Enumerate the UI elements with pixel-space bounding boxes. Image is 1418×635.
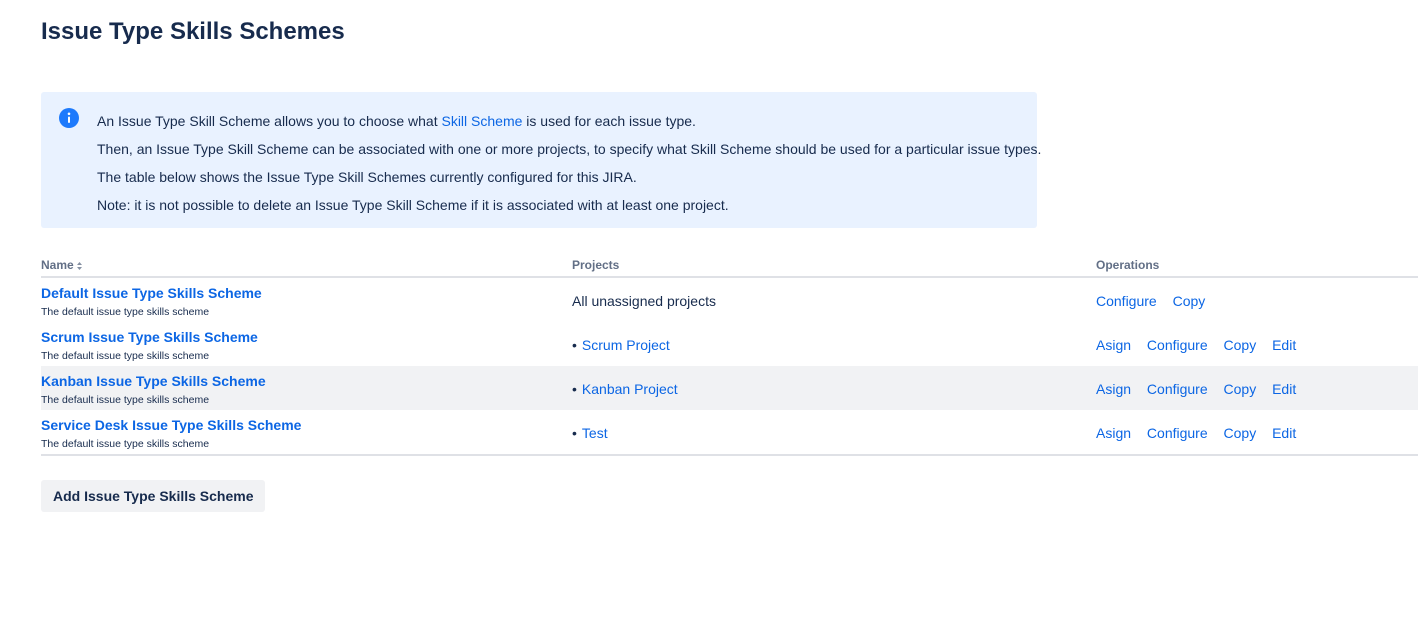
project-cell: • Test xyxy=(572,425,608,441)
project-cell: • Kanban Project xyxy=(572,381,678,397)
operations-cell: Asign Configure Copy Edit xyxy=(1096,337,1308,353)
configure-link[interactable]: Configure xyxy=(1147,425,1208,441)
table-row: Kanban Issue Type Skills Scheme The defa… xyxy=(41,366,1418,410)
column-header-operations: Operations xyxy=(1096,258,1160,272)
scheme-description: The default issue type skills scheme xyxy=(41,306,210,318)
table-header: Name Projects Operations xyxy=(41,253,1418,278)
info-line-2: Then, an Issue Type Skill Scheme can be … xyxy=(97,141,1042,157)
bullet: • xyxy=(572,337,577,353)
info-line-1: An Issue Type Skill Scheme allows you to… xyxy=(97,107,1027,135)
info-line-1-after: is used for each issue type. xyxy=(522,113,696,129)
scheme-description: The default issue type skills scheme xyxy=(41,394,210,406)
skill-scheme-link[interactable]: Skill Scheme xyxy=(441,113,522,129)
table-row: Service Desk Issue Type Skills Scheme Th… xyxy=(41,410,1418,456)
edit-link[interactable]: Edit xyxy=(1272,381,1296,397)
scheme-description: The default issue type skills scheme xyxy=(41,438,210,450)
project-text: All unassigned projects xyxy=(572,293,716,309)
column-header-projects: Projects xyxy=(572,258,620,272)
scheme-name-link[interactable]: Service Desk Issue Type Skills Scheme xyxy=(41,417,301,433)
info-line-4: Note: it is not possible to delete an Is… xyxy=(97,197,729,213)
info-line-1-before: An Issue Type Skill Scheme allows you to… xyxy=(97,113,442,129)
scheme-name-link[interactable]: Scrum Issue Type Skills Scheme xyxy=(41,329,258,345)
configure-link[interactable]: Configure xyxy=(1147,337,1208,353)
scheme-name-link[interactable]: Default Issue Type Skills Scheme xyxy=(41,285,262,301)
column-header-name-label: Name xyxy=(41,258,74,272)
project-link[interactable]: Kanban Project xyxy=(582,381,678,397)
scheme-description: The default issue type skills scheme xyxy=(41,350,210,362)
bullet: • xyxy=(572,425,577,441)
add-scheme-button[interactable]: Add Issue Type Skills Scheme xyxy=(41,480,266,512)
copy-link[interactable]: Copy xyxy=(1224,337,1257,353)
copy-link[interactable]: Copy xyxy=(1173,293,1206,309)
info-icon xyxy=(59,108,79,128)
configure-link[interactable]: Configure xyxy=(1147,381,1208,397)
copy-link[interactable]: Copy xyxy=(1224,425,1257,441)
table-row: Default Issue Type Skills Scheme The def… xyxy=(41,278,1418,322)
operations-cell: Asign Configure Copy Edit xyxy=(1096,381,1308,397)
operations-cell: Asign Configure Copy Edit xyxy=(1096,425,1308,441)
project-cell: • Scrum Project xyxy=(572,337,670,353)
project-link[interactable]: Scrum Project xyxy=(582,337,670,353)
project-link[interactable]: Test xyxy=(582,425,608,441)
project-cell: All unassigned projects xyxy=(572,293,716,309)
sort-icon[interactable] xyxy=(76,261,83,271)
schemes-table: Name Projects Operations Default Issue T… xyxy=(41,253,1418,456)
configure-link[interactable]: Configure xyxy=(1096,293,1157,309)
edit-link[interactable]: Edit xyxy=(1272,425,1296,441)
page-title: Issue Type Skills Schemes xyxy=(41,18,345,45)
column-header-name[interactable]: Name xyxy=(41,258,83,272)
asign-link[interactable]: Asign xyxy=(1096,381,1131,397)
table-row: Scrum Issue Type Skills Scheme The defau… xyxy=(41,322,1418,366)
info-line-3: The table below shows the Issue Type Ski… xyxy=(97,169,637,185)
asign-link[interactable]: Asign xyxy=(1096,425,1131,441)
copy-link[interactable]: Copy xyxy=(1224,381,1257,397)
info-message: An Issue Type Skill Scheme allows you to… xyxy=(41,92,1042,228)
asign-link[interactable]: Asign xyxy=(1096,337,1131,353)
edit-link[interactable]: Edit xyxy=(1272,337,1296,353)
bullet: • xyxy=(572,381,577,397)
operations-cell: Configure Copy xyxy=(1096,293,1217,309)
scheme-name-link[interactable]: Kanban Issue Type Skills Scheme xyxy=(41,373,266,389)
